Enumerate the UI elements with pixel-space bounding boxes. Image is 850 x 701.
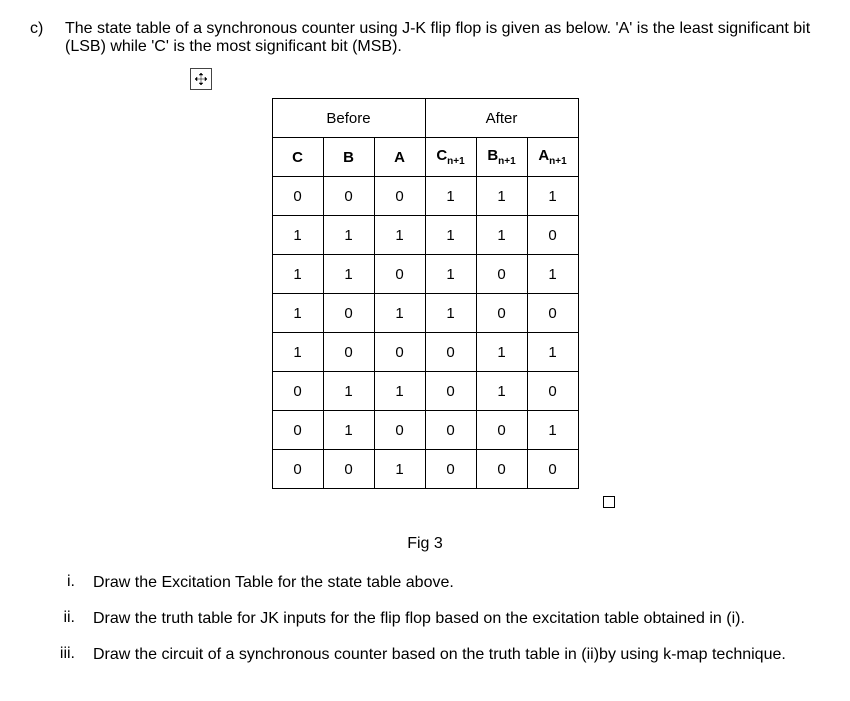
- header-after: After: [425, 99, 578, 138]
- col-c: C: [272, 138, 323, 177]
- item-i-text: Draw the Excitation Table for the state …: [93, 573, 820, 593]
- end-square-icon: [603, 496, 615, 508]
- col-bn1: Bn+1: [476, 138, 527, 177]
- table-row: 1 1 0 1 0 1: [272, 255, 578, 294]
- state-table: Before After C B A Cn+1 Bn+1 An+1 0 0 0 …: [272, 98, 579, 489]
- figure-label: Fig 3: [30, 535, 820, 553]
- table-row: 1 0 1 1 0 0: [272, 294, 578, 333]
- item-i: i. Draw the Excitation Table for the sta…: [30, 573, 820, 593]
- item-iii: iii. Draw the circuit of a synchronous c…: [30, 645, 820, 665]
- sub-questions: i. Draw the Excitation Table for the sta…: [30, 573, 820, 665]
- header-before: Before: [272, 99, 425, 138]
- question-marker: c): [30, 20, 65, 38]
- question-text: The state table of a synchronous counter…: [65, 20, 820, 56]
- table-row: 0 1 0 0 0 1: [272, 411, 578, 450]
- item-ii-marker: ii.: [30, 609, 93, 627]
- col-cn1: Cn+1: [425, 138, 476, 177]
- table-row: 0 0 1 0 0 0: [272, 450, 578, 489]
- table-row: 1 0 0 0 1 1: [272, 333, 578, 372]
- item-ii: ii. Draw the truth table for JK inputs f…: [30, 609, 820, 629]
- table-row: 0 0 0 1 1 1: [272, 177, 578, 216]
- item-ii-text: Draw the truth table for JK inputs for t…: [93, 609, 820, 629]
- item-iii-marker: iii.: [30, 645, 93, 663]
- question-c: c) The state table of a synchronous coun…: [30, 20, 820, 56]
- col-b: B: [323, 138, 374, 177]
- item-i-marker: i.: [30, 573, 93, 591]
- table-row: 1 1 1 1 1 0: [272, 216, 578, 255]
- table-row: 0 1 1 0 1 0: [272, 372, 578, 411]
- col-an1: An+1: [527, 138, 578, 177]
- move-icon: [190, 68, 212, 90]
- item-iii-text: Draw the circuit of a synchronous counte…: [93, 645, 820, 665]
- col-a: A: [374, 138, 425, 177]
